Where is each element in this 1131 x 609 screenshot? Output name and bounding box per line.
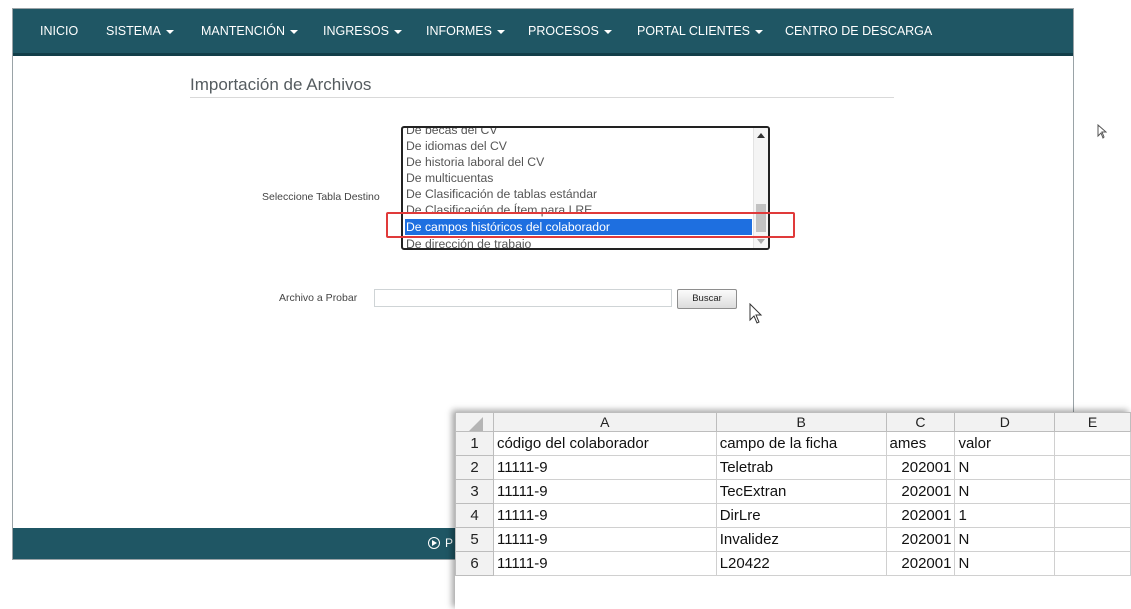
row-number[interactable]: 3 bbox=[455, 479, 494, 504]
nav-item-procesos[interactable]: PROCESOS bbox=[528, 9, 612, 53]
listbox-option[interactable]: De Clasificación de tablas estándar bbox=[405, 186, 752, 202]
listbox-option[interactable]: De historia laboral del CV bbox=[405, 154, 752, 170]
table-cell[interactable]: código del colaborador bbox=[492, 431, 717, 456]
table-row: 3 11111-9 TecExtran 202001 N bbox=[455, 479, 1131, 504]
spreadsheet-grid: A B C D E 1 código del colaborador campo… bbox=[455, 412, 1131, 576]
table-row: 4 11111-9 DirLre 202001 1 bbox=[455, 503, 1131, 528]
listbox-option[interactable]: De multicuentas bbox=[405, 170, 752, 186]
table-cell[interactable]: 11111-9 bbox=[492, 503, 717, 528]
select-all-triangle-icon bbox=[469, 416, 483, 431]
column-header[interactable]: D bbox=[954, 412, 1056, 432]
table-cell[interactable]: 11111-9 bbox=[492, 455, 717, 480]
nav-item-informes[interactable]: INFORMES bbox=[426, 9, 505, 53]
table-cell[interactable]: N bbox=[954, 527, 1056, 552]
table-cell[interactable]: 1 bbox=[954, 503, 1056, 528]
spreadsheet-overlay: A B C D E 1 código del colaborador campo… bbox=[455, 412, 1131, 609]
nav-item-centro-de-descarga[interactable]: CENTRO DE DESCARGA bbox=[785, 9, 932, 53]
table-cell[interactable]: TecExtran bbox=[715, 479, 887, 504]
browse-button[interactable]: Buscar bbox=[677, 289, 737, 309]
scroll-up-arrow-icon[interactable] bbox=[757, 133, 765, 138]
nav-item-label: INICIO bbox=[40, 24, 79, 38]
caret-down-icon bbox=[496, 29, 505, 34]
nav-item-label: PROCESOS bbox=[528, 24, 599, 38]
nav-item-label: CENTRO DE DESCARGA bbox=[785, 24, 933, 38]
caret-down-icon bbox=[394, 29, 402, 34]
scroll-down-arrow-icon[interactable] bbox=[757, 239, 765, 244]
column-header[interactable]: C bbox=[885, 412, 956, 432]
table-cell[interactable]: N bbox=[954, 551, 1056, 576]
table-cell[interactable]: Invalidez bbox=[715, 527, 887, 552]
file-path-input[interactable] bbox=[374, 289, 672, 307]
title-divider bbox=[190, 97, 894, 98]
table-cell[interactable]: L20422 bbox=[715, 551, 887, 576]
table-cell[interactable] bbox=[1054, 479, 1131, 504]
table-cell[interactable]: N bbox=[954, 455, 1056, 480]
nav-item-inicio[interactable]: INICIO bbox=[40, 9, 78, 53]
column-header-row: A B C D E bbox=[455, 412, 1131, 432]
column-header[interactable]: B bbox=[715, 412, 887, 432]
table-cell[interactable] bbox=[1054, 455, 1131, 480]
table-cell[interactable] bbox=[1054, 527, 1131, 552]
file-to-test-label: Archivo a Probar bbox=[279, 292, 358, 304]
caret-down-icon bbox=[165, 29, 174, 34]
table-row: 5 11111-9 Invalidez 202001 N bbox=[455, 527, 1131, 552]
table-cell[interactable]: 202001 bbox=[885, 527, 956, 552]
table-cell[interactable]: DirLre bbox=[715, 503, 887, 528]
mouse-cursor-icon bbox=[749, 303, 763, 324]
row-number[interactable]: 1 bbox=[455, 431, 494, 456]
table-row: 2 11111-9 Teletrab 202001 N bbox=[455, 455, 1131, 480]
table-cell[interactable]: campo de la ficha bbox=[715, 431, 887, 456]
nav-item-mantencion[interactable]: MANTENCIÓN bbox=[201, 9, 299, 53]
table-cell[interactable]: 11111-9 bbox=[492, 479, 717, 504]
nav-item-sistema[interactable]: SISTEMA bbox=[106, 9, 174, 53]
caret-down-icon bbox=[603, 29, 612, 34]
top-navigation-bar: INICIO SISTEMA MANTENCIÓN INGRESOS INFOR… bbox=[13, 9, 1073, 56]
nav-item-label: INFORMES bbox=[426, 24, 492, 38]
destination-table-label: Seleccione Tabla Destino bbox=[262, 191, 380, 203]
row-number[interactable]: 2 bbox=[455, 455, 494, 480]
nav-item-ingresos[interactable]: INGRESOS bbox=[323, 9, 402, 53]
page-title: Importación de Archivos bbox=[190, 75, 372, 94]
listbox-option[interactable]: De dirección de trabajo bbox=[405, 236, 752, 248]
table-cell[interactable]: 11111-9 bbox=[492, 527, 717, 552]
table-cell[interactable] bbox=[1054, 431, 1131, 456]
table-cell[interactable]: valor bbox=[954, 431, 1056, 456]
table-cell[interactable] bbox=[1054, 551, 1131, 576]
caret-down-icon bbox=[755, 29, 763, 34]
table-cell[interactable]: 202001 bbox=[885, 551, 956, 576]
nav-item-label: SISTEMA bbox=[106, 24, 161, 38]
mouse-cursor-icon bbox=[1097, 124, 1107, 139]
row-number[interactable]: 4 bbox=[455, 503, 494, 528]
table-cell[interactable]: ames bbox=[885, 431, 956, 456]
nav-item-label: PORTAL CLIENTES bbox=[637, 24, 750, 38]
column-header[interactable]: E bbox=[1054, 412, 1131, 432]
nav-item-label: INGRESOS bbox=[323, 24, 389, 38]
table-cell[interactable]: 202001 bbox=[885, 479, 956, 504]
table-cell[interactable]: 11111-9 bbox=[492, 551, 717, 576]
listbox-option[interactable]: De idiomas del CV bbox=[405, 138, 752, 154]
selection-highlight-annotation bbox=[386, 212, 795, 238]
nav-item-portal-clientes[interactable]: PORTAL CLIENTES bbox=[637, 9, 763, 53]
table-cell[interactable]: 202001 bbox=[885, 503, 956, 528]
nav-item-label: MANTENCIÓN bbox=[201, 24, 286, 38]
table-row: 6 11111-9 L20422 202001 N bbox=[455, 551, 1131, 576]
table-cell[interactable]: Teletrab bbox=[715, 455, 887, 480]
table-cell[interactable]: 202001 bbox=[885, 455, 956, 480]
listbox-option[interactable]: De becas del CV bbox=[405, 128, 752, 138]
select-all-corner[interactable] bbox=[455, 412, 494, 432]
row-number[interactable]: 5 bbox=[455, 527, 494, 552]
column-header[interactable]: A bbox=[492, 412, 717, 432]
play-circle-icon[interactable] bbox=[428, 537, 440, 549]
table-cell[interactable]: N bbox=[954, 479, 1056, 504]
row-number[interactable]: 6 bbox=[455, 551, 494, 576]
table-cell[interactable] bbox=[1054, 503, 1131, 528]
footer-text[interactable]: P bbox=[445, 536, 453, 550]
caret-down-icon bbox=[290, 29, 299, 34]
table-row: 1 código del colaborador campo de la fic… bbox=[455, 431, 1131, 456]
